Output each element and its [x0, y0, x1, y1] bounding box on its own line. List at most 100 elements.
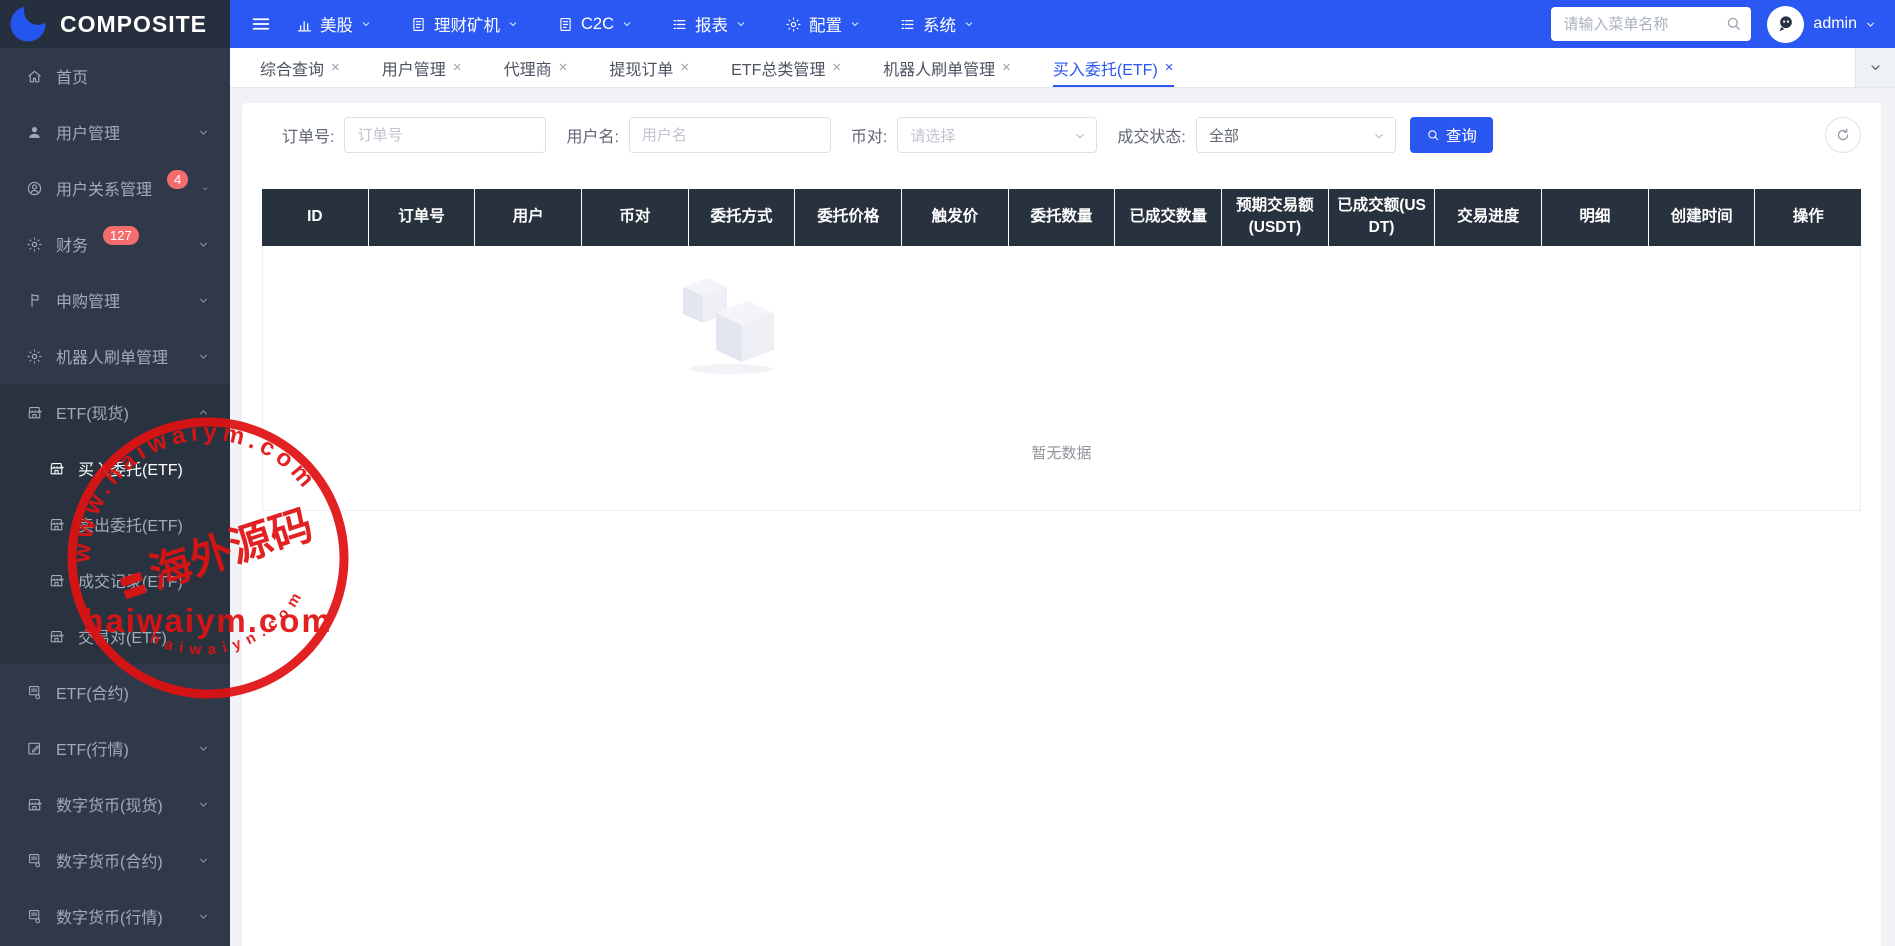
sidebar-item-robot-order-management[interactable]: 机器人刷单管理	[0, 328, 230, 384]
refresh-icon	[1835, 127, 1851, 143]
tab-label: 提现订单	[609, 61, 674, 79]
tab-agent[interactable]: 代理商 ×	[504, 48, 568, 87]
tab-etf-buy-order[interactable]: 买入委托(ETF) ×	[1052, 48, 1174, 87]
user-name[interactable]: admin	[1813, 15, 1857, 33]
filter-bar: 订单号: 用户名: 币对: 请选择 成交状态: 全部 查询	[262, 117, 1861, 153]
column-header: 委托方式	[687, 189, 795, 246]
chevron-down-icon	[197, 854, 210, 867]
pair-select-value: 请选择	[910, 127, 956, 145]
list-icon	[671, 16, 688, 33]
close-icon[interactable]: ×	[680, 60, 689, 75]
close-icon[interactable]: ×	[453, 60, 462, 75]
crescent-moon-icon	[10, 6, 46, 42]
chevron-down-icon	[1372, 129, 1386, 143]
sidebar-item-label: 交易对(ETF)	[78, 630, 167, 647]
tab-label: 机器人刷单管理	[883, 61, 996, 79]
sidebar-item-finance[interactable]: 财务 127	[0, 216, 230, 272]
column-header: 创建时间	[1647, 189, 1755, 246]
sidebar-item-user-management[interactable]: 用户管理	[0, 104, 230, 160]
shop-icon	[26, 796, 43, 813]
chevron-down-icon	[621, 18, 633, 30]
sidebar-item-etf-sell-order[interactable]: 卖出委托(ETF)	[0, 496, 230, 552]
tab-label: 买入委托(ETF)	[1052, 61, 1158, 79]
tab-withdraw-order[interactable]: 提现订单 ×	[609, 48, 689, 87]
sidebar-item-label: ETF(现货)	[56, 406, 129, 423]
count-badge: 4	[167, 169, 189, 189]
sidebar-menu: 首页用户管理用户关系管理 4 财务 127 申购管理 机器人刷单管理 ETF(现货) 买入委托…	[0, 48, 230, 946]
hamburger-menu-icon[interactable]	[250, 13, 272, 35]
topnav-item-config[interactable]: 配置	[785, 12, 861, 36]
tab-label: ETF总类管理	[731, 61, 826, 79]
close-icon[interactable]: ×	[832, 60, 841, 75]
topnav-item-us-stock[interactable]: 美股	[296, 12, 372, 36]
sidebar-item-crypto-market[interactable]: 数字货币(行情)	[0, 888, 230, 944]
chevron-down-icon	[197, 350, 210, 363]
tab-label: 用户管理	[381, 61, 446, 79]
menu-search-input[interactable]	[1551, 7, 1752, 41]
sidebar-item-crypto-spot[interactable]: 数字货币(现货)	[0, 776, 230, 832]
sidebar-item-label: 卖出委托(ETF)	[78, 518, 183, 535]
search-icon	[1426, 128, 1440, 142]
chevron-down-icon	[849, 18, 861, 30]
sidebar-item-etf-spot[interactable]: ETF(现货)	[0, 384, 230, 440]
status-label: 成交状态:	[1117, 129, 1186, 146]
tab-user-management[interactable]: 用户管理 ×	[382, 48, 462, 87]
empty-boxes-illustration	[683, 277, 774, 374]
username-label: 用户名:	[566, 129, 619, 146]
chevron-down-icon	[360, 18, 372, 30]
sidebar-item-etf-trading-pair[interactable]: 交易对(ETF)	[0, 608, 230, 664]
menu-search	[1551, 7, 1752, 41]
search-icon[interactable]	[1725, 15, 1742, 32]
tab-robot-order[interactable]: 机器人刷单管理 ×	[883, 48, 1011, 87]
tab-list-dropdown-button[interactable]	[1855, 48, 1895, 87]
topnav-item-system[interactable]: 系统	[899, 12, 975, 36]
topnav-item-label: 报表	[695, 17, 729, 35]
tab-etf-category[interactable]: ETF总类管理 ×	[731, 48, 841, 87]
sidebar-item-etf-trade-record[interactable]: 成交记录(ETF)	[0, 552, 230, 608]
order-no-input[interactable]	[344, 117, 547, 153]
sidebar-item-label: 用户关系管理	[56, 182, 153, 199]
table-empty-body: 暂无数据	[262, 245, 1861, 511]
gear-icon	[26, 236, 43, 253]
sidebar-item-etf-contract[interactable]: ETF(合约)	[0, 664, 230, 720]
topnav-item-report[interactable]: 报表	[671, 12, 747, 36]
top-navbar: 美股 理财矿机 C2C 报表 配置 系统 admin	[230, 0, 1895, 48]
close-icon[interactable]: ×	[1002, 60, 1011, 75]
pair-select[interactable]: 请选择	[897, 117, 1098, 153]
chevron-down-icon[interactable]	[1864, 18, 1877, 31]
chevron-down-icon	[1868, 60, 1883, 75]
sidebar-item-crypto-contract[interactable]: 数字货币(合约)	[0, 832, 230, 888]
chevron-down-icon	[735, 18, 747, 30]
column-header: 订单号	[367, 189, 475, 246]
username-input[interactable]	[628, 117, 831, 153]
tab-composite-query[interactable]: 综合查询 ×	[260, 48, 340, 87]
avatar[interactable]	[1767, 5, 1805, 43]
close-icon[interactable]: ×	[331, 60, 340, 75]
topnav-item-wealth-miner[interactable]: 理财矿机	[410, 12, 519, 36]
pair-label: 币对:	[850, 129, 888, 146]
sidebar-item-label: 首页	[56, 70, 89, 87]
topnav-item-c2c[interactable]: C2C	[557, 15, 633, 34]
close-icon[interactable]: ×	[559, 60, 568, 75]
content-card: 订单号: 用户名: 币对: 请选择 成交状态: 全部 查询 ID 订单号	[242, 103, 1881, 946]
sidebar-item-home[interactable]: 首页	[0, 48, 230, 104]
sql-icon	[26, 852, 43, 869]
refresh-button[interactable]	[1825, 117, 1861, 153]
chart-icon	[296, 16, 313, 33]
top-menu: 美股 理财矿机 C2C 报表 配置 系统	[296, 12, 975, 36]
sidebar-item-label: ETF(行情)	[56, 742, 129, 759]
status-select-value: 全部	[1208, 127, 1239, 145]
sidebar-item-etf-market[interactable]: ETF(行情)	[0, 720, 230, 776]
status-select[interactable]: 全部	[1195, 117, 1396, 153]
query-button[interactable]: 查询	[1409, 117, 1493, 153]
sidebar-item-etf-buy-order[interactable]: 买入委托(ETF)	[0, 440, 230, 496]
topnav-item-label: 系统	[923, 17, 957, 35]
shop-icon	[48, 628, 65, 645]
robot-avatar-icon	[1773, 11, 1799, 37]
chevron-down-icon	[1073, 129, 1087, 143]
sidebar-item-user-relation-management[interactable]: 用户关系管理 4	[0, 160, 230, 216]
sidebar-item-subscription-management[interactable]: 申购管理	[0, 272, 230, 328]
close-icon[interactable]: ×	[1165, 60, 1174, 75]
doc-icon	[557, 16, 574, 33]
gear-icon	[785, 16, 802, 33]
